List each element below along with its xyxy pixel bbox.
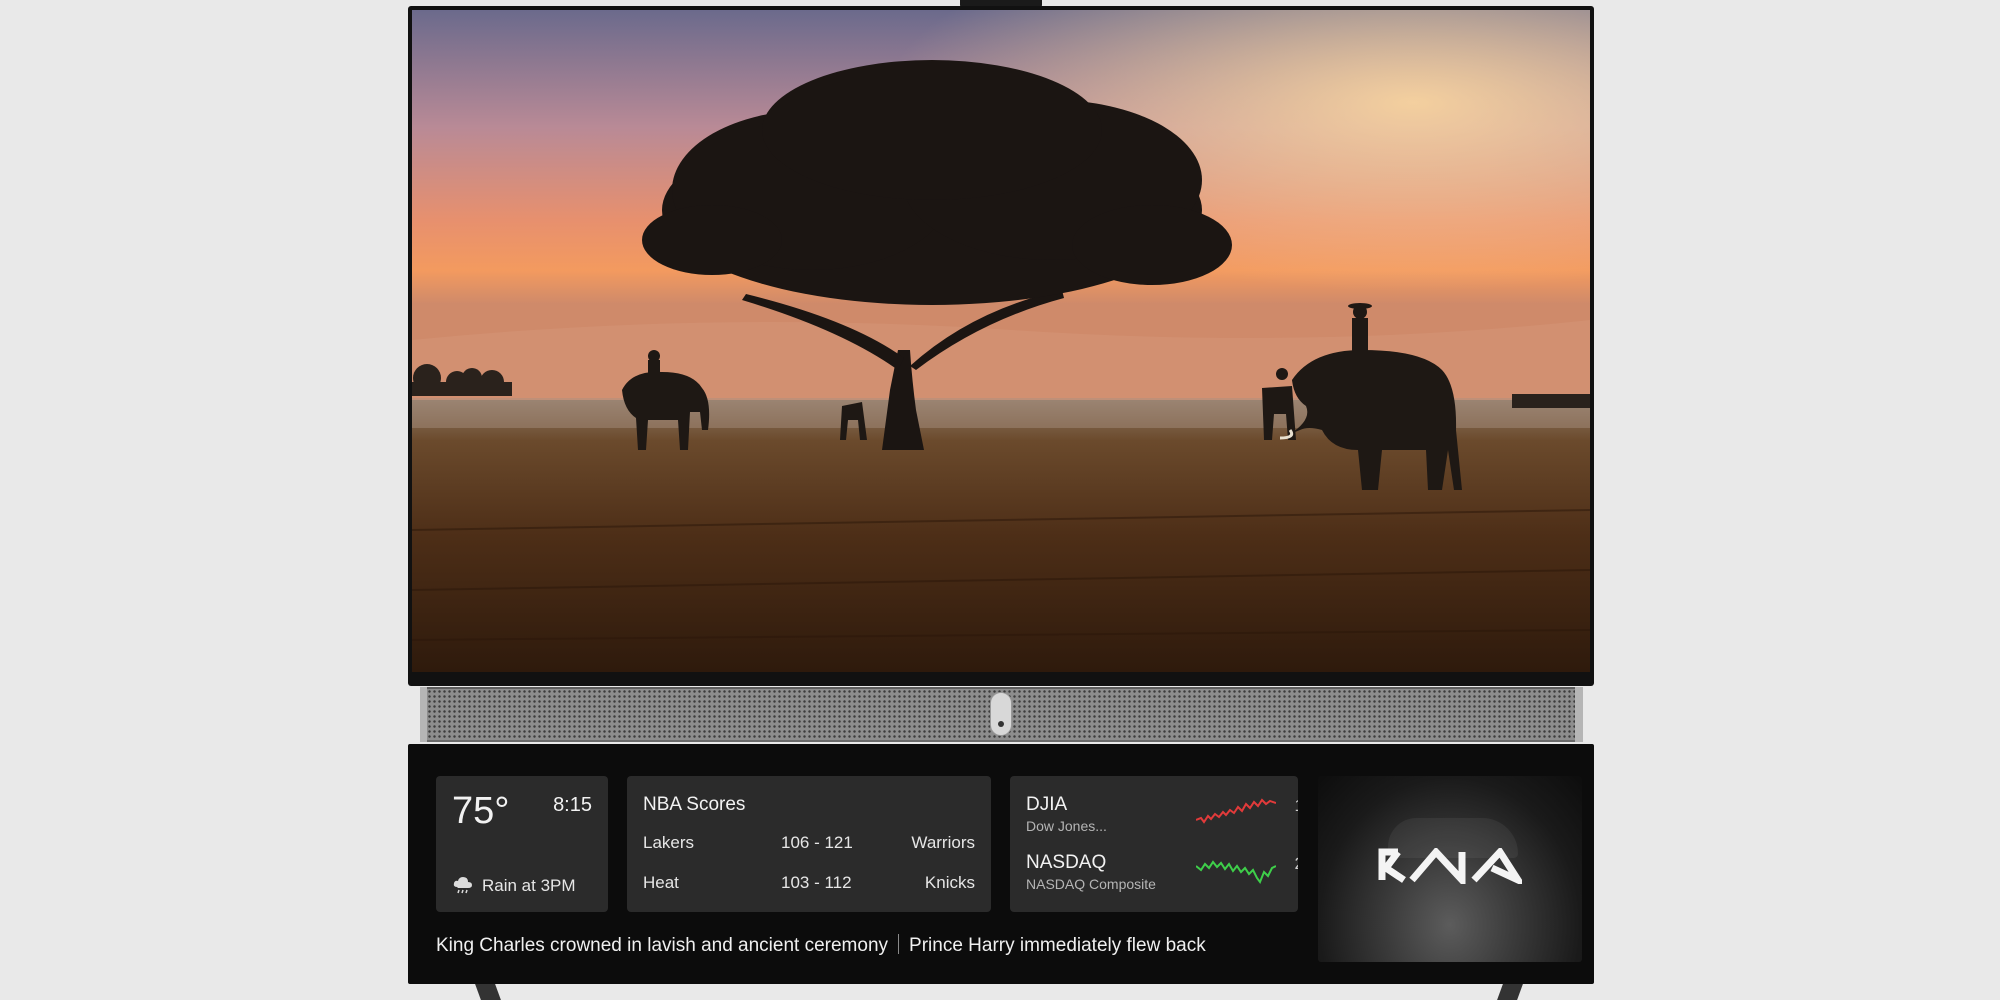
- away-team: Knicks: [924, 873, 975, 892]
- djia-trend-line: [1196, 798, 1276, 824]
- game-row: Lakers 106 - 121 Warriors: [643, 833, 975, 857]
- nba-scores-title: NBA Scores: [643, 794, 746, 815]
- nasdaq-sparkline: [1196, 860, 1276, 885]
- soundbar-edge-right: [1575, 687, 1583, 742]
- stock-entry-djia: DJIA Dow Jones...: [1026, 794, 1107, 834]
- stocks-widget[interactable]: DJIA Dow Jones... 1 NASDAQ NASDAQ Compos…: [1010, 776, 1298, 912]
- kia-logo-icon: [1378, 848, 1522, 884]
- home-team: Heat: [643, 873, 679, 892]
- stand-foot-left: [475, 984, 501, 1000]
- weather-condition: Rain at 3PM: [452, 876, 576, 896]
- weather-widget[interactable]: 75° 8:15 Rain at 3PM: [436, 776, 608, 912]
- stock-description: Dow Jones...: [1026, 818, 1107, 834]
- stock-description: NASDAQ Composite: [1026, 876, 1156, 892]
- stand-foot-right: [1497, 984, 1523, 1000]
- game-score: 103 - 112: [781, 873, 852, 892]
- kia-ad-tile[interactable]: [1318, 776, 1582, 962]
- stock-value-clipped: 2: [1295, 854, 1298, 874]
- main-screen[interactable]: [412, 10, 1590, 672]
- weather-condition-label: Rain at 3PM: [482, 876, 576, 895]
- nasdaq-trend-line: [1196, 860, 1276, 885]
- clock-time: 8:15: [553, 794, 592, 816]
- stock-symbol: DJIA: [1026, 794, 1068, 815]
- news-headline[interactable]: Prince Harry immediately flew back: [909, 935, 1206, 956]
- home-team: Lakers: [643, 833, 695, 852]
- weather-temperature: 75°: [452, 790, 510, 832]
- stock-symbol: NASDAQ: [1026, 852, 1107, 873]
- away-team: Warriors: [911, 833, 975, 852]
- game-row: Heat 103 - 112 Knicks: [643, 873, 975, 897]
- game-score: 106 - 121: [781, 833, 853, 852]
- rain-cloud-icon: [453, 877, 472, 894]
- news-ticker[interactable]: King Charles crowned in lavish and ancie…: [436, 934, 1298, 960]
- scenic-wallpaper-image: [412, 10, 1590, 672]
- camera-icon: [990, 692, 1012, 736]
- nba-scores-widget[interactable]: NBA Scores Lakers 106 - 121 Warriors Hea…: [627, 776, 991, 912]
- news-headline[interactable]: King Charles crowned in lavish and ancie…: [436, 935, 888, 956]
- ticker-separator: [898, 934, 900, 954]
- stock-value-clipped: 1: [1295, 796, 1298, 816]
- djia-sparkline: [1196, 798, 1276, 824]
- stock-entry-nasdaq: NASDAQ NASDAQ Composite: [1026, 852, 1156, 892]
